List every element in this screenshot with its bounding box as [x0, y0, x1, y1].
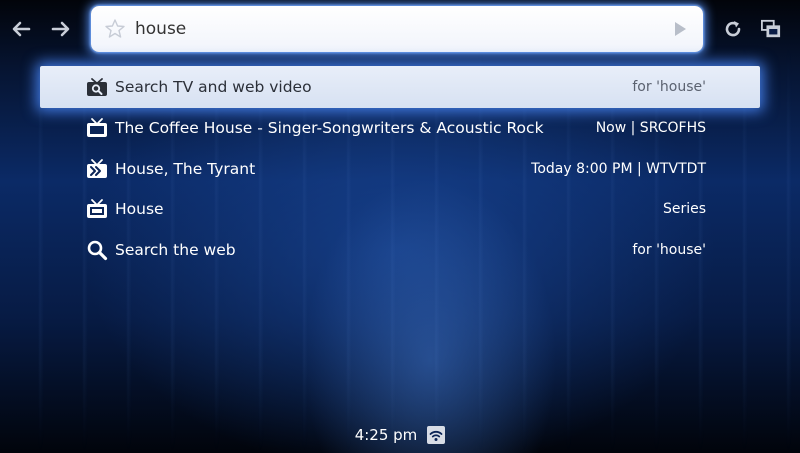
wifi-icon: [427, 426, 446, 444]
tv-icon: [86, 117, 108, 139]
suggestion-detail: Series: [662, 201, 706, 218]
suggestion-label: Search the web: [115, 240, 236, 259]
suggestion-item-house-the-tyrant[interactable]: House, The Tyrant Today 8:00 PM | WTVTDT: [0, 149, 800, 190]
refresh-icon: [725, 21, 741, 37]
suggestion-label: House: [115, 200, 164, 219]
windows-icon: [761, 19, 781, 38]
suggestion-item-coffee-house[interactable]: The Coffee House - Singer-Songwriters & …: [0, 108, 800, 149]
status-bar: 4:25 pm: [0, 420, 800, 450]
back-button[interactable]: [6, 14, 36, 44]
suggestion-label: Search TV and web video: [115, 78, 312, 96]
windows-button[interactable]: [756, 14, 786, 44]
refresh-button[interactable]: [718, 14, 748, 44]
suggestion-detail: for 'house': [632, 79, 706, 95]
star-icon[interactable]: [103, 17, 127, 41]
suggestion-list: Search TV and web video for 'house' The …: [0, 66, 800, 270]
omnibox[interactable]: [91, 6, 703, 52]
arrow-right-icon: [51, 21, 70, 37]
tv-series-icon: [86, 198, 108, 220]
suggestion-item-tv-web-video[interactable]: Search TV and web video for 'house': [40, 66, 760, 108]
tv-forward-icon: [86, 158, 108, 180]
suggestion-label: The Coffee House - Singer-Songwriters & …: [115, 119, 544, 138]
suggestion-detail: Today 8:00 PM | WTVTDT: [531, 160, 706, 177]
search-icon: [86, 239, 108, 261]
suggestion-item-house-series[interactable]: House Series: [0, 189, 800, 230]
forward-button[interactable]: [46, 14, 76, 44]
suggestion-label: House, The Tyrant: [115, 159, 256, 178]
suggestion-detail: for 'house': [632, 241, 706, 258]
suggestion-item-search-web[interactable]: Search the web for 'house': [0, 230, 800, 271]
search-input[interactable]: [135, 6, 671, 52]
arrow-left-icon: [12, 21, 31, 37]
clock: 4:25 pm: [354, 426, 418, 444]
suggestion-detail: Now | SRCOFHS: [595, 120, 706, 137]
tv-search-icon: [86, 76, 108, 98]
play-icon[interactable]: [671, 20, 689, 38]
